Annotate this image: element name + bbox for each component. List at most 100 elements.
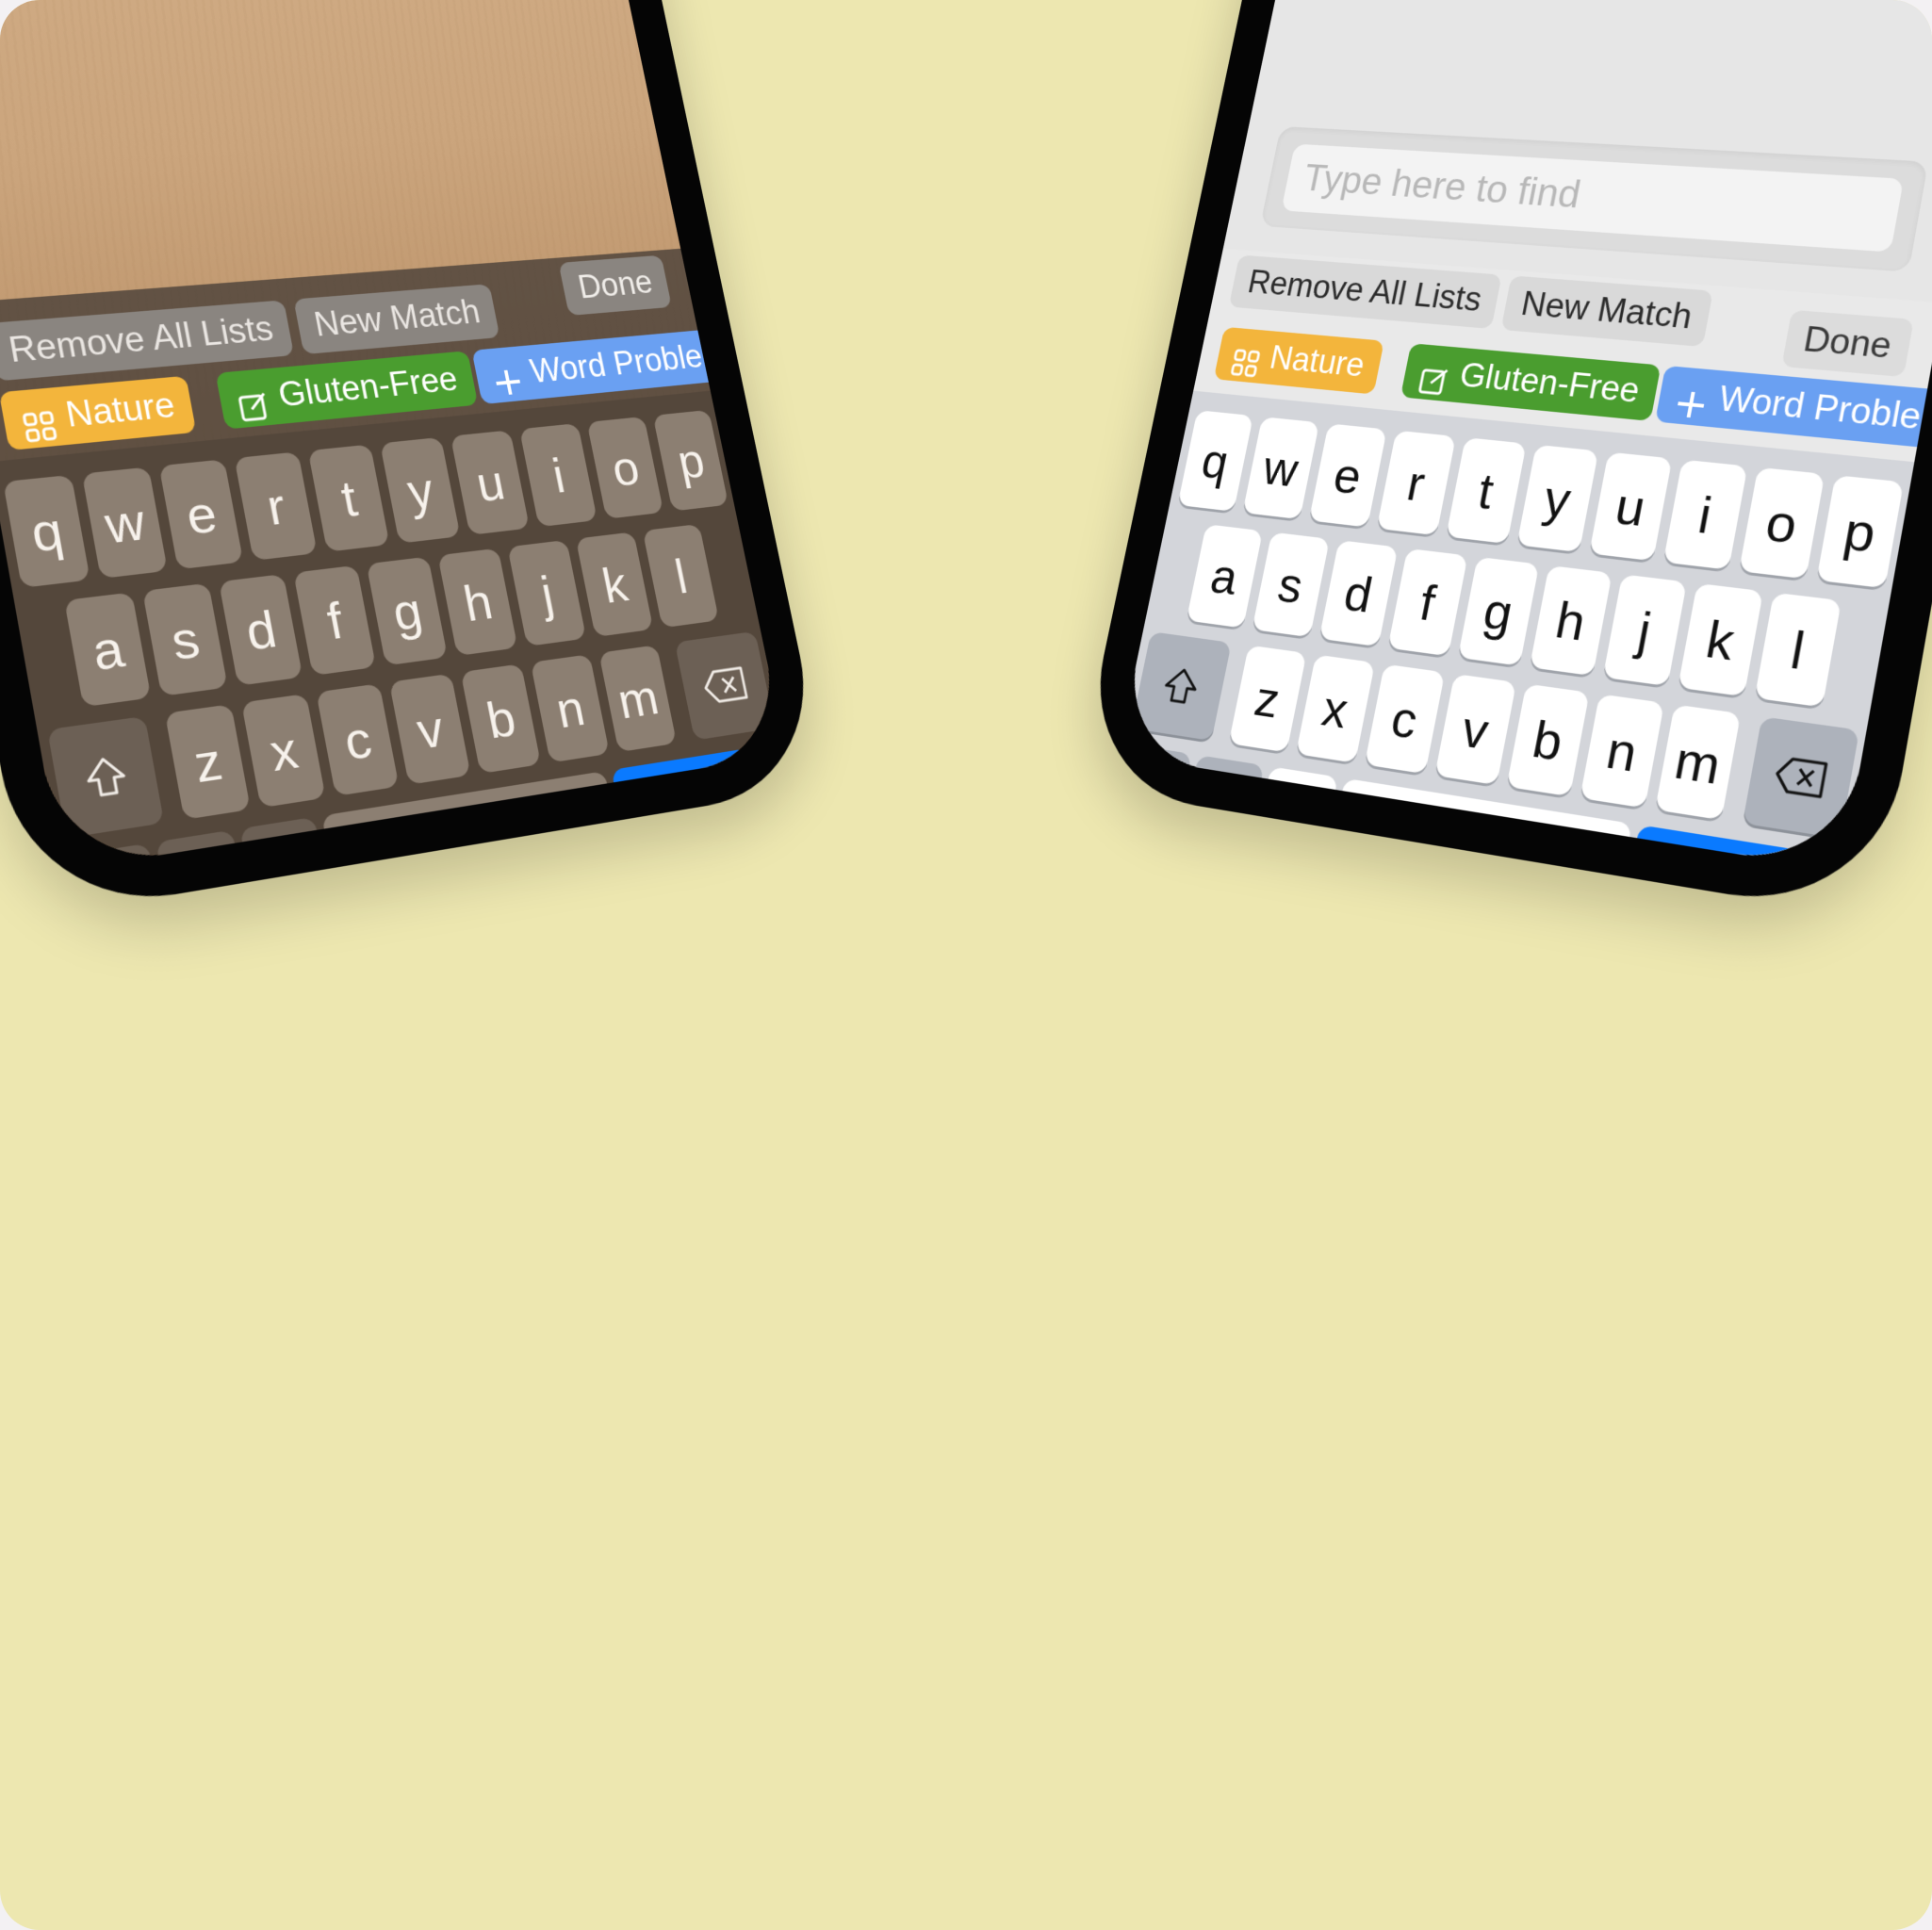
list-chip-label: Gluten-Free — [1456, 356, 1644, 411]
edit-icon — [235, 382, 271, 416]
list-chip-label: Nature — [1267, 339, 1368, 384]
shift-icon — [81, 752, 132, 801]
key-s[interactable]: s — [1252, 532, 1330, 638]
microphone-key[interactable] — [239, 816, 335, 872]
grid-icon — [1231, 340, 1264, 371]
phone-dark-mode: Done Remove All Lists New Match Nature G… — [0, 0, 827, 920]
done-button[interactable]: Done — [1781, 309, 1914, 378]
globe-key[interactable] — [1177, 755, 1265, 866]
list-chip-gluten-free[interactable]: Gluten-Free — [1400, 343, 1662, 421]
globe-icon — [1200, 789, 1242, 832]
key-h[interactable]: h — [437, 548, 518, 657]
key-k[interactable]: k — [575, 532, 654, 638]
key-e[interactable]: e — [158, 459, 244, 570]
key-l[interactable]: l — [1754, 592, 1842, 708]
plus-icon — [1674, 380, 1711, 414]
key-f[interactable]: f — [293, 564, 377, 676]
key-o[interactable]: o — [586, 416, 664, 519]
key-z[interactable]: z — [1228, 645, 1307, 753]
key-s[interactable]: s — [142, 582, 228, 696]
key-x[interactable]: x — [240, 694, 326, 809]
microphone-icon — [270, 853, 305, 871]
shift-key[interactable] — [47, 715, 165, 839]
list-chip-nature[interactable]: Nature — [0, 375, 197, 451]
search-bar — [1260, 125, 1929, 272]
key-h[interactable]: h — [1529, 564, 1613, 677]
key-a[interactable]: a — [1186, 524, 1264, 629]
key-q[interactable]: q — [3, 474, 90, 588]
shift-key[interactable] — [1130, 631, 1232, 742]
key-v[interactable]: v — [1434, 673, 1517, 786]
microphone-icon — [1278, 800, 1311, 843]
plus-icon — [489, 359, 524, 391]
key-v[interactable]: v — [388, 673, 471, 785]
key-i[interactable]: i — [1662, 459, 1748, 570]
phone-screen: Remove All Lists New Match Done Nature G… — [1117, 0, 1932, 872]
key-j[interactable]: j — [507, 539, 587, 646]
shift-icon — [1159, 664, 1203, 708]
globe-icon — [180, 866, 227, 871]
key-x[interactable]: x — [1295, 654, 1376, 763]
backspace-icon — [699, 664, 750, 706]
remove-all-lists-button[interactable]: Remove All Lists — [1228, 254, 1502, 330]
backspace-icon — [1771, 754, 1830, 800]
key-k[interactable]: k — [1678, 582, 1764, 697]
key-d[interactable]: d — [1318, 540, 1399, 647]
key-e[interactable]: e — [1308, 423, 1387, 528]
key-m[interactable]: m — [598, 645, 678, 753]
backspace-key[interactable] — [674, 630, 776, 741]
list-chip-nature[interactable]: Nature — [1213, 326, 1384, 395]
key-t[interactable]: t — [307, 444, 390, 552]
microphone-key[interactable] — [1250, 766, 1338, 872]
key-y[interactable]: y — [1516, 444, 1599, 553]
key-y[interactable]: y — [380, 436, 461, 544]
search-input[interactable] — [1281, 143, 1905, 253]
key-p[interactable]: p — [1816, 475, 1905, 589]
key-u[interactable]: u — [450, 430, 530, 535]
key-d[interactable]: d — [219, 574, 303, 686]
key-g[interactable]: g — [1457, 556, 1540, 666]
key-q[interactable]: q — [1177, 410, 1253, 512]
new-match-button[interactable]: New Match — [1500, 275, 1713, 348]
key-j[interactable]: j — [1602, 574, 1687, 687]
background-canvas: Done Remove All Lists New Match Nature G… — [0, 0, 1932, 1930]
key-l[interactable]: l — [642, 523, 719, 629]
key-n[interactable]: n — [530, 654, 610, 763]
done-button[interactable]: Done — [558, 254, 672, 316]
key-c[interactable]: c — [316, 683, 400, 796]
list-chip-label: Word Problems — [1715, 380, 1932, 443]
list-chip-label: Nature — [62, 385, 178, 435]
grid-icon — [19, 401, 57, 435]
backspace-key[interactable] — [1742, 716, 1860, 839]
phone-light-mode: Remove All Lists New Match Done Nature G… — [1076, 0, 1932, 920]
key-f[interactable]: f — [1387, 548, 1468, 657]
key-c[interactable]: c — [1364, 663, 1446, 775]
key-i[interactable]: i — [518, 423, 598, 528]
key-o[interactable]: o — [1739, 466, 1826, 580]
key-n[interactable]: n — [1580, 694, 1664, 809]
key-a[interactable]: a — [64, 592, 152, 708]
list-chip-word-problems[interactable]: Word Problems — [471, 325, 761, 405]
key-z[interactable]: z — [164, 704, 251, 820]
edit-icon — [1418, 357, 1453, 389]
key-w[interactable]: w — [1242, 417, 1320, 520]
key-m[interactable]: m — [1655, 704, 1742, 821]
remove-all-lists-button[interactable]: Remove All Lists — [0, 300, 294, 382]
key-u[interactable]: u — [1589, 451, 1673, 562]
phone-screen: Done Remove All Lists New Match Nature G… — [0, 0, 787, 872]
key-b[interactable]: b — [460, 663, 542, 775]
keyboard: q w e r t y u i o p a s d f g h j k l z … — [1117, 390, 1915, 872]
keyboard: q w e r t y u i o p a s d f g h j k l z … — [0, 390, 787, 872]
key-r[interactable]: r — [1376, 430, 1456, 536]
search-key[interactable]: search — [611, 743, 787, 871]
key-t[interactable]: t — [1446, 437, 1527, 545]
numbers-key[interactable]: 123 — [1117, 744, 1192, 853]
numbers-key[interactable]: 123 — [69, 842, 168, 872]
globe-key[interactable] — [156, 829, 253, 872]
key-w[interactable]: w — [81, 466, 168, 580]
key-r[interactable]: r — [234, 451, 318, 561]
key-p[interactable]: p — [652, 409, 729, 512]
new-match-button[interactable]: New Match — [293, 284, 500, 355]
key-b[interactable]: b — [1506, 683, 1590, 797]
key-g[interactable]: g — [366, 556, 449, 666]
